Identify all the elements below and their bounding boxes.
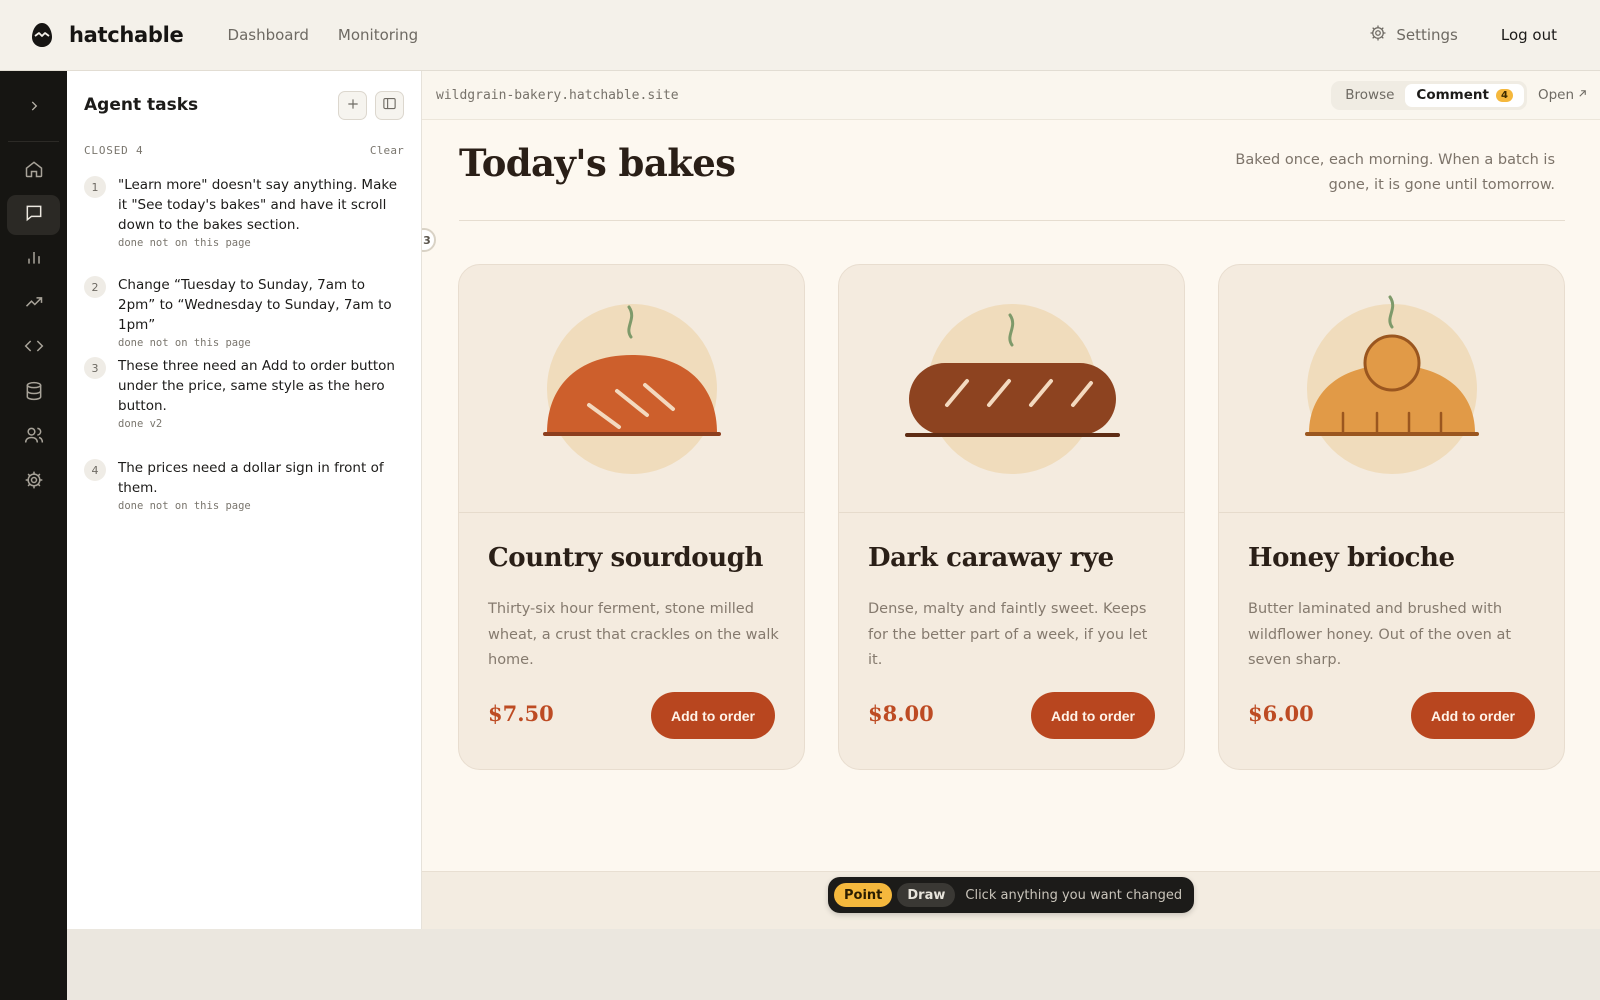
product-description: Dense, malty and faintly sweet. Keeps fo… xyxy=(868,601,1148,668)
comment-count-badge: 4 xyxy=(1495,88,1513,102)
settings-link[interactable]: Settings xyxy=(1369,24,1458,46)
plus-icon xyxy=(346,96,360,115)
top-right-actions: Settings Log out xyxy=(1369,24,1557,46)
add-to-order-button[interactable]: Add to order xyxy=(1411,692,1535,739)
product-name: Honey brioche xyxy=(1248,543,1455,573)
sourdough-illustration xyxy=(459,265,804,513)
page-title: Today's bakes xyxy=(459,141,736,185)
open-site-link[interactable]: Open xyxy=(1538,87,1588,103)
open-label: Open xyxy=(1537,87,1574,103)
bottom-strip xyxy=(67,929,1600,1000)
rail-code[interactable] xyxy=(7,328,60,368)
task-item[interactable]: 2 Change “Tuesday to Sunday, 7am to 2pm”… xyxy=(84,275,404,349)
draw-tool-button[interactable]: Draw xyxy=(897,883,956,907)
product-card: Dark caraway rye Dense, malty and faintl… xyxy=(838,264,1185,770)
task-number: 1 xyxy=(84,176,106,198)
nav-monitoring[interactable]: Monitoring xyxy=(338,26,418,44)
browse-mode-button[interactable]: Browse xyxy=(1334,84,1405,107)
code-icon xyxy=(24,336,44,360)
tasks-title: Agent tasks xyxy=(84,95,199,115)
top-bar: hatchable Dashboard Monitoring Settings … xyxy=(0,0,1600,71)
task-status: done not on this page xyxy=(118,237,251,249)
bar-chart-icon xyxy=(24,247,44,271)
closed-count-label: CLOSED 4 xyxy=(84,144,144,157)
add-to-order-button[interactable]: Add to order xyxy=(1031,692,1155,739)
task-status: done not on this page xyxy=(118,500,251,512)
preview-url-bar: wildgrain-bakery.hatchable.site Browse C… xyxy=(422,71,1600,120)
title-divider xyxy=(459,220,1565,221)
task-text: Change “Tuesday to Sunday, 7am to 2pm” t… xyxy=(118,277,392,333)
site-preview: wildgrain-bakery.hatchable.site Browse C… xyxy=(422,71,1600,929)
rye-illustration xyxy=(839,265,1184,513)
users-icon xyxy=(24,425,44,449)
closed-section-header: CLOSED 4 Clear xyxy=(84,144,404,157)
expand-rail-button[interactable] xyxy=(0,89,67,125)
logout-button[interactable]: Log out xyxy=(1501,26,1557,44)
main-nav: Dashboard Monitoring xyxy=(228,26,419,44)
product-card: Honey brioche Butter laminated and brush… xyxy=(1218,264,1565,770)
task-text: These three need an Add to order button … xyxy=(118,358,395,414)
rail-database[interactable] xyxy=(7,373,60,413)
task-item[interactable]: 4 The prices need a dollar sign in front… xyxy=(84,458,404,512)
rail-trends[interactable] xyxy=(7,284,60,324)
rail-home[interactable] xyxy=(7,151,60,191)
task-number: 4 xyxy=(84,459,106,481)
sidebar-layout-icon xyxy=(382,96,397,115)
settings-label: Settings xyxy=(1396,26,1458,44)
clear-button[interactable]: Clear xyxy=(370,144,404,157)
product-description: Thirty-six hour ferment, stone milled wh… xyxy=(488,601,779,668)
brioche-illustration xyxy=(1219,265,1564,513)
gear-icon xyxy=(1369,24,1387,46)
product-price: $7.50 xyxy=(488,701,554,726)
task-text: The prices need a dollar sign in front o… xyxy=(118,460,384,496)
mode-toggle: Browse Comment 4 xyxy=(1331,80,1527,110)
left-rail xyxy=(0,71,67,1000)
product-card: Country sourdough Thirty-six hour fermen… xyxy=(458,264,805,770)
rail-analytics[interactable] xyxy=(7,239,60,279)
task-item[interactable]: 3 These three need an Add to order butto… xyxy=(84,356,404,430)
chat-icon xyxy=(24,203,44,227)
home-icon xyxy=(24,159,44,183)
toolbar-hint: Click anything you want changed xyxy=(965,887,1183,903)
product-description: Butter laminated and brushed with wildfl… xyxy=(1248,601,1512,668)
task-number: 3 xyxy=(84,357,106,379)
brand[interactable]: hatchable xyxy=(29,22,184,48)
rail-users[interactable] xyxy=(7,417,60,457)
tasks-actions xyxy=(338,90,404,120)
task-number: 2 xyxy=(84,276,106,298)
product-price: $8.00 xyxy=(868,701,934,726)
add-task-button[interactable] xyxy=(338,90,367,120)
nav-dashboard[interactable]: Dashboard xyxy=(228,26,309,44)
brand-name: hatchable xyxy=(69,23,184,47)
rail-settings[interactable] xyxy=(7,462,60,502)
task-text: "Learn more" doesn't say anything. Make … xyxy=(118,177,397,233)
comment-mode-button[interactable]: Comment 4 xyxy=(1405,83,1524,107)
rail-divider xyxy=(8,141,59,142)
rail-comments[interactable] xyxy=(7,195,60,235)
comment-pin[interactable]: 3 xyxy=(422,228,436,252)
tasks-header: Agent tasks xyxy=(84,90,404,120)
database-icon xyxy=(24,381,44,405)
chevron-right-icon xyxy=(27,98,41,117)
agent-tasks-panel: Agent tasks CLOSED 4 Clear 1 "Learn more… xyxy=(67,71,422,929)
product-name: Country sourdough xyxy=(488,543,763,573)
task-status: done v2 xyxy=(118,418,163,430)
comment-mode-label: Comment xyxy=(1416,87,1489,103)
preview-url[interactable]: wildgrain-bakery.hatchable.site xyxy=(436,88,679,103)
product-price: $6.00 xyxy=(1248,701,1314,726)
task-status: done not on this page xyxy=(118,337,251,349)
egg-logo-icon xyxy=(29,22,55,48)
annotation-toolbar: Point Draw Click anything you want chang… xyxy=(828,877,1194,913)
trending-icon xyxy=(24,292,44,316)
external-arrow-icon xyxy=(1577,87,1588,103)
product-name: Dark caraway rye xyxy=(868,543,1114,573)
point-tool-button[interactable]: Point xyxy=(834,883,893,907)
page-subtitle: Baked once, each morning. When a batch i… xyxy=(1235,152,1555,193)
add-to-order-button[interactable]: Add to order xyxy=(651,692,775,739)
gear-icon xyxy=(24,470,44,494)
toggle-panel-button[interactable] xyxy=(375,90,404,120)
task-item[interactable]: 1 "Learn more" doesn't say anything. Mak… xyxy=(84,175,404,249)
